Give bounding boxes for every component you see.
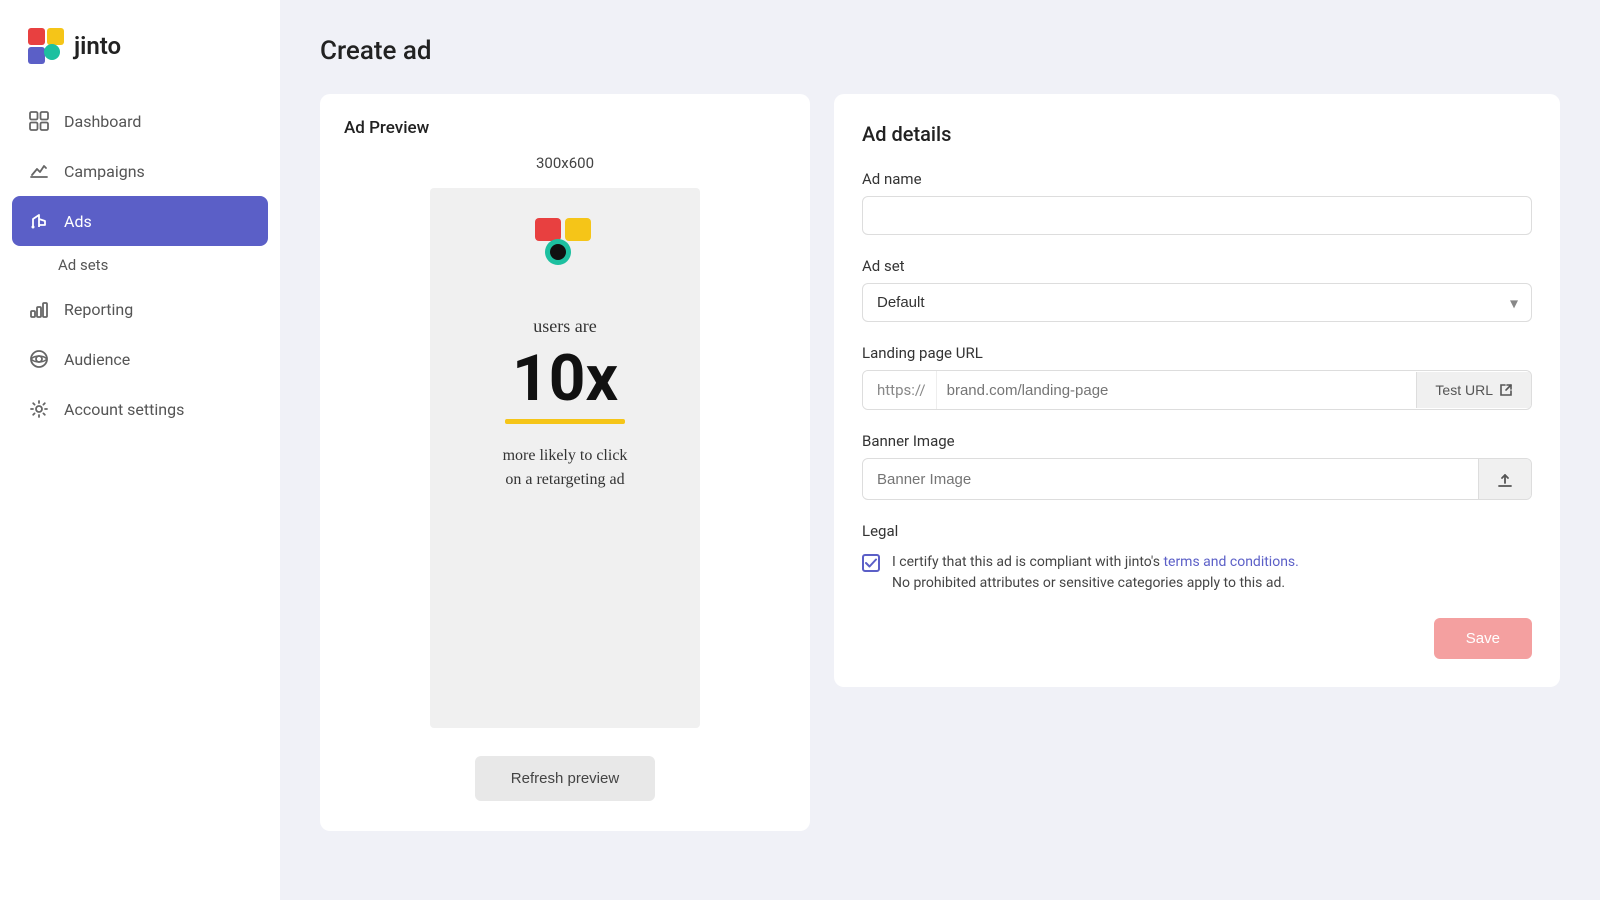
sidebar-item-campaigns-label: Campaigns	[64, 162, 145, 181]
sidebar-item-reporting[interactable]: Reporting	[0, 284, 280, 334]
sidebar-item-audience-label: Audience	[64, 350, 130, 369]
sidebar-item-audience[interactable]: Audience	[0, 334, 280, 384]
legal-label: Legal	[862, 522, 1532, 540]
ads-icon	[28, 210, 50, 232]
url-input[interactable]	[937, 372, 1417, 409]
legal-checkbox[interactable]	[862, 554, 880, 572]
sidebar-item-dashboard[interactable]: Dashboard	[0, 96, 280, 146]
sidebar-item-ads[interactable]: Ads	[12, 196, 268, 246]
main-content: Create ad Ad Preview 300x600 users are 1…	[280, 0, 1600, 900]
banner-text-users: users are	[533, 316, 596, 337]
ad-name-field-group: Ad name	[862, 170, 1532, 235]
ad-set-label: Ad set	[862, 257, 1532, 275]
banner-text-10x: 10x	[512, 347, 618, 411]
sidebar-item-campaigns[interactable]: Campaigns	[0, 146, 280, 196]
checkmark-icon	[865, 558, 877, 568]
preview-size-label: 300x600	[536, 154, 594, 172]
content-row: Ad Preview 300x600 users are 10x more li…	[320, 94, 1560, 831]
upload-icon	[1495, 469, 1515, 489]
test-url-button[interactable]: Test URL	[1416, 372, 1531, 408]
sidebar-item-reporting-label: Reporting	[64, 300, 133, 319]
ad-preview-title: Ad Preview	[344, 118, 429, 138]
settings-icon	[28, 398, 50, 420]
landing-page-label: Landing page URL	[862, 344, 1532, 362]
landing-page-field-group: Landing page URL https:// Test URL	[862, 344, 1532, 410]
banner-image-row	[862, 458, 1532, 500]
legal-text-1: I certify that this ad is compliant with…	[892, 554, 1163, 570]
banner-image-input[interactable]	[863, 461, 1478, 498]
save-button[interactable]: Save	[1434, 618, 1532, 659]
test-url-label: Test URL	[1435, 382, 1493, 398]
legal-checkbox-row: I certify that this ad is compliant with…	[862, 552, 1532, 594]
sidebar-item-adsets-label: Ad sets	[58, 256, 108, 274]
sidebar-item-dashboard-label: Dashboard	[64, 112, 141, 131]
ad-set-select-wrapper: Default Custom 1 Custom 2 ▾	[862, 283, 1532, 322]
url-prefix: https://	[863, 371, 937, 409]
banner-logo-icon	[535, 218, 595, 268]
sidebar-item-ads-label: Ads	[64, 212, 92, 231]
banner-text-more: more likely to clickon a retargeting ad	[503, 444, 628, 492]
sidebar: jinto Dashboard Campaigns	[0, 0, 280, 900]
external-link-icon	[1499, 383, 1513, 397]
banner-image-field-group: Banner Image	[862, 432, 1532, 500]
banner-underline	[505, 419, 625, 424]
save-row: Save	[862, 618, 1532, 659]
page-title: Create ad	[320, 36, 1560, 66]
legal-link[interactable]: terms and conditions.	[1163, 554, 1298, 570]
sidebar-item-account-settings[interactable]: Account settings	[0, 384, 280, 434]
ad-set-field-group: Ad set Default Custom 1 Custom 2 ▾	[862, 257, 1532, 322]
url-row: https:// Test URL	[862, 370, 1532, 410]
ad-details-panel: Ad details Ad name Ad set Default Custom…	[834, 94, 1560, 687]
upload-button[interactable]	[1478, 459, 1531, 499]
legal-text-2: No prohibited attributes or sensitive ca…	[892, 575, 1285, 591]
ad-details-title: Ad details	[862, 122, 1532, 146]
sidebar-item-adsets[interactable]: Ad sets	[0, 246, 280, 284]
banner-image-label: Banner Image	[862, 432, 1532, 450]
preview-banner: users are 10x more likely to clickon a r…	[430, 188, 700, 728]
app-name: jinto	[74, 32, 121, 60]
ad-set-select[interactable]: Default Custom 1 Custom 2	[862, 283, 1532, 322]
ad-preview-panel: Ad Preview 300x600 users are 10x more li…	[320, 94, 810, 831]
legal-section: Legal I certify that this ad is complian…	[862, 522, 1532, 594]
grid-icon	[28, 110, 50, 132]
jinto-logo-icon	[28, 28, 64, 64]
sidebar-logo: jinto	[0, 0, 280, 96]
ad-name-input[interactable]	[862, 196, 1532, 235]
ad-name-label: Ad name	[862, 170, 1532, 188]
campaigns-icon	[28, 160, 50, 182]
reporting-icon	[28, 298, 50, 320]
sidebar-item-account-settings-label: Account settings	[64, 400, 184, 419]
audience-icon	[28, 348, 50, 370]
legal-text: I certify that this ad is compliant with…	[892, 552, 1299, 594]
refresh-preview-button[interactable]: Refresh preview	[475, 756, 655, 801]
